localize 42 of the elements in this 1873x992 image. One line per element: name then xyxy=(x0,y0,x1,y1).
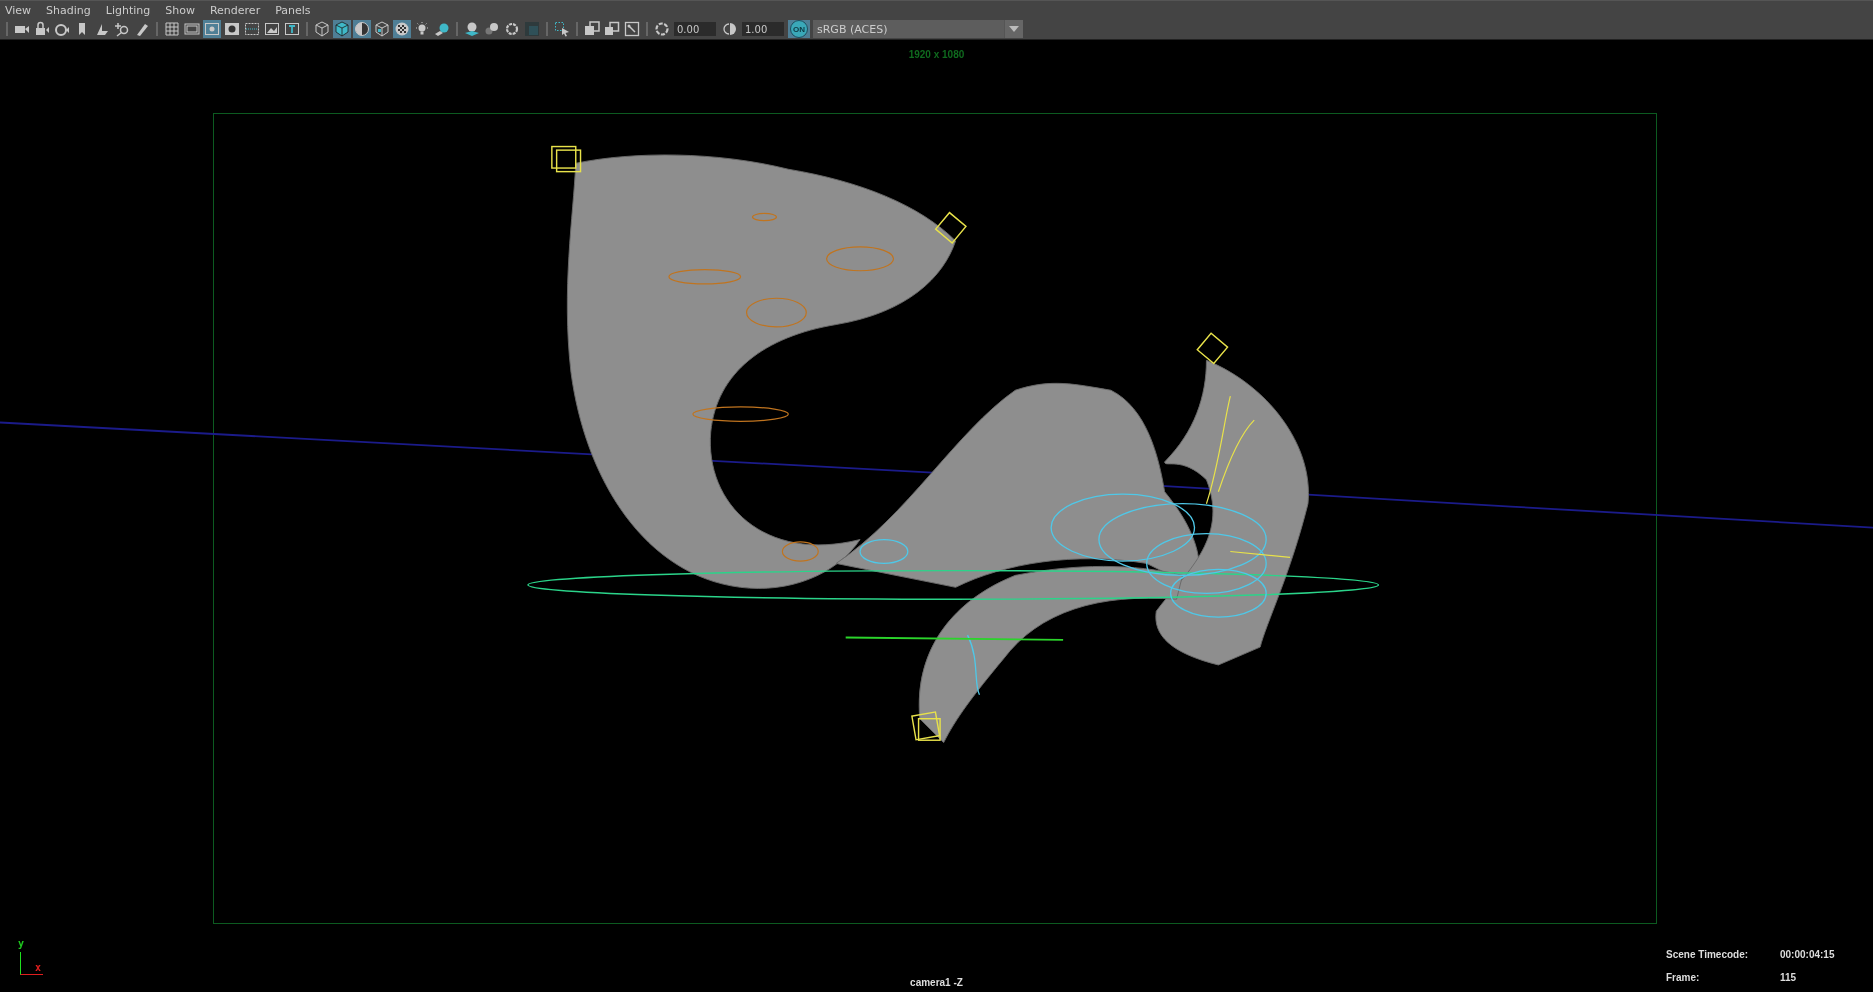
menu-item[interactable]: View xyxy=(4,3,40,17)
overlapping-squares-icon[interactable] xyxy=(603,20,621,38)
camera-name-label: camera1 -Z xyxy=(909,977,964,988)
light-bulb-icon[interactable] xyxy=(413,20,431,38)
menu-item[interactable]: Show xyxy=(164,3,203,17)
selection-cursor-icon[interactable] xyxy=(553,20,571,38)
grid-icon[interactable] xyxy=(163,20,181,38)
exposure-icon[interactable] xyxy=(653,20,671,38)
hud-label: Scene Timecode: xyxy=(1666,949,1750,960)
half-sphere-icon[interactable] xyxy=(353,20,371,38)
axis-label: x xyxy=(35,962,42,973)
hud-label: Frame: xyxy=(1666,972,1701,983)
zoom-icon[interactable] xyxy=(113,20,131,38)
viewport[interactable]: 1920 x 1080 y x camera1 -Z Scene Timecode: 00:00:04:15 Frame: 115 xyxy=(0,40,1873,992)
sphere-plane-icon[interactable] xyxy=(463,20,481,38)
caret-icon xyxy=(1009,26,1019,32)
exposure-field[interactable]: 0.00 xyxy=(674,22,716,36)
patterned-cube-icon[interactable] xyxy=(373,20,391,38)
gamma-field[interactable]: 1.00 xyxy=(742,22,784,36)
text-icon[interactable] xyxy=(283,20,301,38)
view-transform-dropdown[interactable]: sRGB (ACES) xyxy=(813,20,1023,38)
wireframe-cube-icon[interactable] xyxy=(313,20,331,38)
hud-value: 115 xyxy=(1780,972,1798,983)
gamma-icon[interactable] xyxy=(721,20,739,38)
menu-item[interactable]: Shading xyxy=(45,3,99,17)
bone-square-icon[interactable] xyxy=(623,20,641,38)
picture-icon[interactable] xyxy=(263,20,281,38)
shaded-cube-icon[interactable] xyxy=(333,20,351,38)
ring-icon[interactable] xyxy=(503,20,521,38)
overlapping-squares-icon[interactable] xyxy=(583,20,601,38)
resolution-label: 1920 x 1080 xyxy=(907,49,966,60)
lock-icon[interactable] xyxy=(33,20,51,38)
menu-item[interactable]: Panels xyxy=(274,3,319,17)
hud-value: 00:00:04:15 xyxy=(1780,949,1835,960)
menu-item[interactable]: Renderer xyxy=(208,3,269,17)
film-icon[interactable] xyxy=(183,20,201,38)
color-management-button[interactable]: ON xyxy=(788,20,810,38)
menu-item[interactable]: Lighting xyxy=(104,3,159,17)
checker-sphere-icon[interactable] xyxy=(393,20,411,38)
field-chart-icon[interactable] xyxy=(243,20,261,38)
gate-mask-icon[interactable] xyxy=(223,20,241,38)
axis-label: y xyxy=(18,938,25,949)
